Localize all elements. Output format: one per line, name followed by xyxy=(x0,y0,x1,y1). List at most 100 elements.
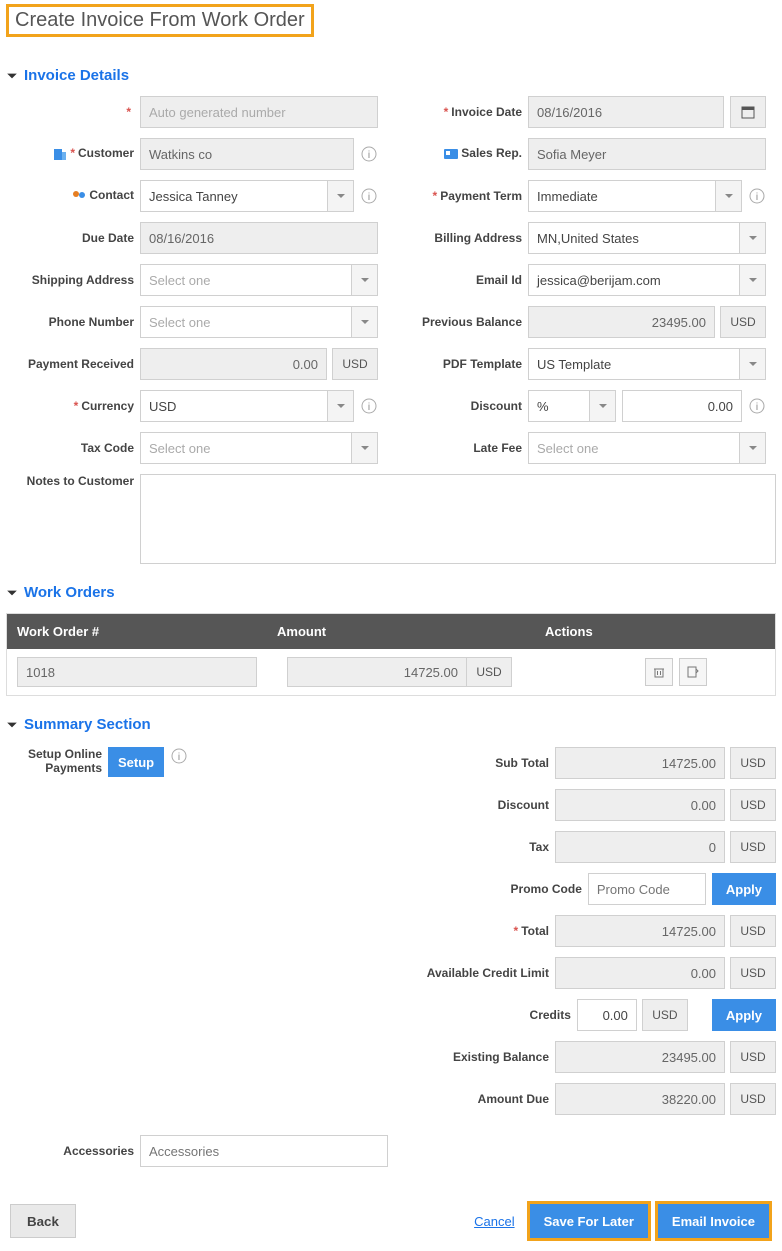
email-select[interactable]: jessica@berijam.com xyxy=(528,264,766,296)
col-amount: Amount xyxy=(267,614,535,649)
prev-balance-label: Previous Balance xyxy=(394,315,522,329)
email-label: Email Id xyxy=(394,273,522,287)
work-orders-table: Work Order # Amount Actions 1018 14725.0… xyxy=(6,613,776,696)
contact-select[interactable]: Jessica Tanney xyxy=(140,180,354,212)
discount-type-select[interactable]: % xyxy=(528,390,616,422)
trash-icon xyxy=(652,665,666,679)
section-title: Invoice Details xyxy=(24,67,129,84)
work-order-amount: 14725.00 xyxy=(287,657,467,687)
table-row: 1018 14725.00 USD xyxy=(7,649,775,695)
tax-code-label: Tax Code xyxy=(6,441,134,455)
section-work-orders[interactable]: Work Orders xyxy=(6,584,776,601)
calendar-button[interactable] xyxy=(730,96,766,128)
chevron-down-icon xyxy=(327,391,353,421)
discount-field: 0.00 xyxy=(555,789,725,821)
pdf-template-select[interactable]: US Template xyxy=(528,348,766,380)
subtotal-field: 14725.00 xyxy=(555,747,725,779)
cancel-link[interactable]: Cancel xyxy=(474,1214,514,1229)
col-work-order: Work Order # xyxy=(7,614,267,649)
accessories-input[interactable] xyxy=(140,1135,388,1167)
discount-value-input[interactable]: 0.00 xyxy=(622,390,742,422)
chevron-down-icon xyxy=(351,307,377,337)
building-icon xyxy=(52,146,68,162)
chevron-down-icon xyxy=(739,349,765,379)
billing-address-select[interactable]: MN,United States xyxy=(528,222,766,254)
available-credit-field: 0.00 xyxy=(555,957,725,989)
credits-input[interactable]: 0.00 xyxy=(577,999,637,1031)
id-card-icon xyxy=(443,146,459,162)
tax-field: 0 xyxy=(555,831,725,863)
unit-usd: USD xyxy=(720,306,766,338)
caret-down-icon xyxy=(6,70,18,82)
calendar-icon xyxy=(741,105,755,119)
chevron-down-icon xyxy=(589,391,615,421)
discount-label: Discount xyxy=(394,399,522,413)
svg-text:i: i xyxy=(368,192,370,203)
email-invoice-button[interactable]: Email Invoice xyxy=(658,1204,769,1238)
setup-button[interactable]: Setup xyxy=(108,747,164,777)
apply-credits-button[interactable]: Apply xyxy=(712,999,776,1031)
unit-usd: USD xyxy=(466,657,512,687)
info-icon[interactable]: i xyxy=(170,747,188,765)
due-date-label: Due Date xyxy=(6,231,134,245)
svg-text:i: i xyxy=(756,192,758,203)
section-title: Work Orders xyxy=(24,584,115,601)
late-fee-select[interactable]: Select one xyxy=(528,432,766,464)
notes-label: Notes to Customer xyxy=(6,474,134,488)
amount-due-field: 38220.00 xyxy=(555,1083,725,1115)
unit-usd: USD xyxy=(332,348,378,380)
late-fee-label: Late Fee xyxy=(394,441,522,455)
info-icon[interactable]: i xyxy=(748,397,766,415)
delete-button[interactable] xyxy=(645,658,673,686)
total-field: 14725.00 xyxy=(555,915,725,947)
prev-balance-field: 23495.00 xyxy=(528,306,715,338)
col-actions: Actions xyxy=(535,614,775,649)
due-date-field: 08/16/2016 xyxy=(140,222,378,254)
phone-label: Phone Number xyxy=(6,315,134,329)
tax-code-select[interactable]: Select one xyxy=(140,432,378,464)
notes-textarea[interactable] xyxy=(140,474,776,564)
people-icon xyxy=(71,188,87,204)
payment-term-select[interactable]: Immediate xyxy=(528,180,742,212)
shipping-label: Shipping Address xyxy=(6,273,134,287)
setup-online-label: Setup Online Payments xyxy=(6,747,102,775)
accessories-label: Accessories xyxy=(6,1144,134,1158)
apply-promo-button[interactable]: Apply xyxy=(712,873,776,905)
section-summary[interactable]: Summary Section xyxy=(6,716,776,733)
svg-text:i: i xyxy=(368,402,370,413)
chevron-down-icon xyxy=(739,265,765,295)
work-order-number: 1018 xyxy=(17,657,257,687)
info-icon[interactable]: i xyxy=(748,187,766,205)
promo-input[interactable] xyxy=(588,873,706,905)
section-invoice-details[interactable]: Invoice Details xyxy=(6,67,776,84)
invoice-date-field[interactable]: 08/16/2016 xyxy=(528,96,724,128)
save-button[interactable]: Save For Later xyxy=(530,1204,648,1238)
svg-text:i: i xyxy=(368,150,370,161)
payment-received-field: 0.00 xyxy=(140,348,327,380)
info-icon[interactable]: i xyxy=(360,397,378,415)
svg-text:i: i xyxy=(178,752,180,763)
back-button[interactable]: Back xyxy=(10,1204,76,1238)
caret-down-icon xyxy=(6,587,18,599)
customer-field: Watkins co xyxy=(140,138,354,170)
phone-select[interactable]: Select one xyxy=(140,306,378,338)
pdf-template-label: PDF Template xyxy=(394,357,522,371)
billing-address-label: Billing Address xyxy=(394,231,522,245)
existing-balance-field: 23495.00 xyxy=(555,1041,725,1073)
shipping-select[interactable]: Select one xyxy=(140,264,378,296)
chevron-down-icon xyxy=(327,181,353,211)
invoice-number-field: Auto generated number xyxy=(140,96,378,128)
view-button[interactable] xyxy=(679,658,707,686)
currency-select[interactable]: USD xyxy=(140,390,354,422)
chevron-down-icon xyxy=(351,265,377,295)
document-icon xyxy=(686,665,700,679)
section-title: Summary Section xyxy=(24,716,151,733)
caret-down-icon xyxy=(6,719,18,731)
payment-received-label: Payment Received xyxy=(6,357,134,371)
page-title: Create Invoice From Work Order xyxy=(6,4,314,37)
chevron-down-icon xyxy=(739,223,765,253)
chevron-down-icon xyxy=(715,181,741,211)
info-icon[interactable]: i xyxy=(360,187,378,205)
sales-rep-field: Sofia Meyer xyxy=(528,138,766,170)
info-icon[interactable]: i xyxy=(360,145,378,163)
